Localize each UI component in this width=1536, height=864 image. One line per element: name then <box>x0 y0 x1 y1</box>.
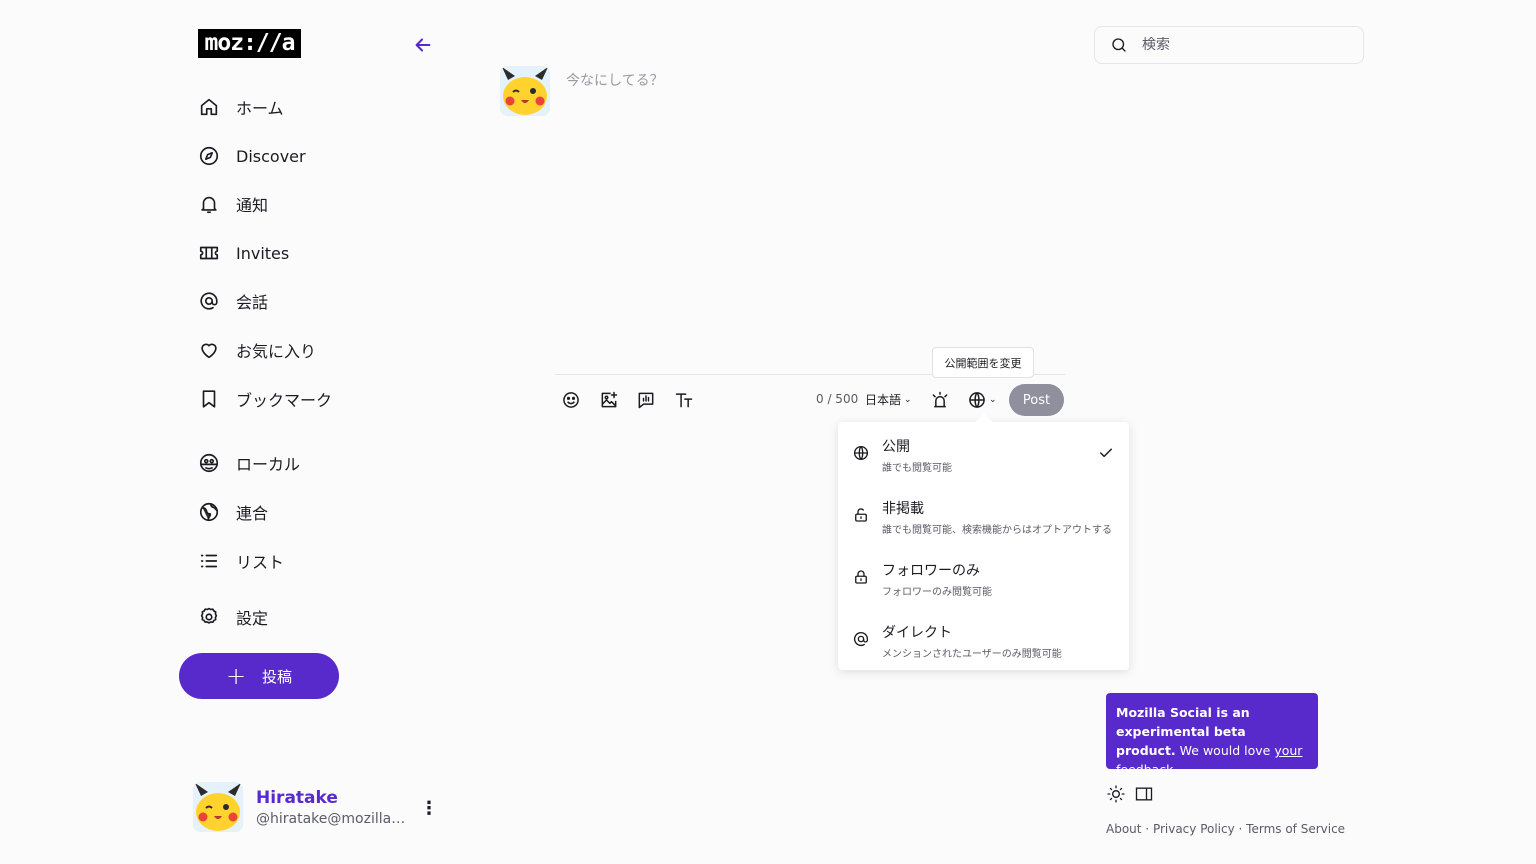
chevron-down-icon: ⌄ <box>904 394 912 405</box>
chevron-down-icon: ⌄ <box>989 395 997 405</box>
sidebar-item-label: 会話 <box>236 293 269 312</box>
option-description: メンションされたユーザーのみ閲覧可能 <box>882 649 1062 660</box>
character-counter: 0 / 500 <box>816 392 859 406</box>
globe-icon <box>969 392 985 408</box>
sidebar-item-settings[interactable]: 設定 <box>196 600 426 634</box>
option-title: 非掲載 <box>882 501 924 517</box>
beta-notice: Mozilla Social is an experimental beta p… <box>1106 693 1318 777</box>
lock-icon <box>855 570 867 584</box>
sidebar-item-home[interactable]: ホーム <box>196 90 426 124</box>
more-options-icon[interactable]: ⋮ <box>419 796 439 820</box>
globe-icon <box>853 445 869 461</box>
visibility-tooltip: 公開範囲を変更 <box>932 347 1034 378</box>
plus-icon: + <box>225 662 247 690</box>
local-icon <box>196 450 222 476</box>
sidebar-item-lists[interactable]: リスト <box>196 544 426 578</box>
option-title: ダイレクト <box>882 625 952 641</box>
sidebar-item-label: 通知 <box>236 196 269 215</box>
search-box <box>1094 26 1364 64</box>
app-root: moz://a ホーム Discover 通知 Invites 会話 お気に入り… <box>0 0 1536 864</box>
bell-icon <box>196 191 222 217</box>
list-icon <box>196 548 222 574</box>
federated-globe-icon <box>196 499 222 525</box>
visibility-button[interactable]: ⌄ <box>967 389 997 411</box>
sidebar-item-label: 連合 <box>236 504 269 523</box>
beta-notice-end: . <box>1173 762 1178 777</box>
compose-post-label: 投稿 <box>262 667 293 686</box>
sidebar-item-label: ホーム <box>236 99 284 118</box>
beta-notice-text: We would love <box>1175 743 1275 758</box>
option-title: フォロワーのみ <box>882 563 980 579</box>
search-input[interactable] <box>1142 37 1342 53</box>
compose-textarea[interactable] <box>566 70 1066 360</box>
account-card: Hiratake @hiratake@mozilla.social ⋮ <box>193 782 443 834</box>
account-display-name[interactable]: Hiratake <box>256 788 338 808</box>
sidebar-item-bookmarks[interactable]: ブックマーク <box>196 382 426 416</box>
sidebar-item-discover[interactable]: Discover <box>196 139 426 173</box>
option-description: フォロワーのみ閲覧可能 <box>882 587 992 598</box>
gear-icon <box>196 604 222 630</box>
home-icon <box>196 94 222 120</box>
post-submit-button[interactable]: Post <box>1009 384 1064 416</box>
visibility-dropdown: 公開 誰でも閲覧可能 非掲載 誰でも閲覧可能、検索機能からはオプトアウトする フ… <box>838 422 1129 670</box>
privacy-policy-link[interactable]: Privacy Policy <box>1153 822 1235 836</box>
compose-post-button[interactable]: + 投稿 <box>179 653 339 699</box>
unlock-icon <box>855 508 867 522</box>
footer-separator: · <box>1234 822 1247 836</box>
sidebar-item-label: ブックマーク <box>236 391 333 410</box>
account-handle: @hiratake@mozilla.social <box>256 811 408 827</box>
footer-links: About · Privacy Policy · Terms of Servic… <box>1106 822 1345 836</box>
visibility-option-unlisted[interactable]: 非掲載 誰でも閲覧可能、検索機能からはオプトアウトする <box>838 484 1129 546</box>
sun-icon[interactable] <box>1106 784 1126 804</box>
visibility-option-followers[interactable]: フォロワーのみ フォロワーのみ閲覧可能 <box>838 546 1129 608</box>
about-link[interactable]: About <box>1106 822 1141 836</box>
language-select[interactable]: 日本語 ⌄ <box>865 391 912 408</box>
sidebar-item-label: ローカル <box>236 455 301 474</box>
sidebar-item-invites[interactable]: Invites <box>196 236 426 270</box>
footer-separator: · <box>1141 822 1153 836</box>
sidebar-panel-icon[interactable] <box>1134 784 1154 804</box>
option-title: 公開 <box>882 439 910 455</box>
composer-avatar <box>500 66 550 116</box>
emoji-icon[interactable] <box>560 389 582 411</box>
at-icon <box>196 288 222 314</box>
option-description: 誰でも閲覧可能、検索機能からはオプトアウトする <box>882 525 1112 536</box>
sidebar-item-label: Discover <box>236 146 306 166</box>
search-icon <box>1112 38 1126 52</box>
sidebar-item-notifications[interactable]: 通知 <box>196 187 426 221</box>
sidebar-item-favourites[interactable]: お気に入り <box>196 333 426 367</box>
heart-icon <box>196 337 222 363</box>
at-icon <box>853 631 869 647</box>
back-arrow-icon[interactable] <box>412 34 434 56</box>
visibility-option-direct[interactable]: ダイレクト メンションされたユーザーのみ閲覧可能 <box>838 608 1129 670</box>
compass-icon <box>196 143 222 169</box>
sidebar-item-label: 設定 <box>236 609 269 628</box>
content-warning-icon[interactable] <box>929 389 951 411</box>
sidebar-item-label: Invites <box>236 243 290 263</box>
ticket-icon <box>196 240 222 266</box>
check-icon <box>1100 448 1112 458</box>
mozilla-logo[interactable]: moz://a <box>198 29 301 58</box>
poll-icon[interactable] <box>635 389 657 411</box>
language-label: 日本語 <box>865 393 902 407</box>
add-media-icon[interactable] <box>598 389 620 411</box>
text-size-icon[interactable] <box>673 389 695 411</box>
sidebar-item-label: お気に入り <box>236 342 317 361</box>
sidebar-item-label: リスト <box>236 553 285 572</box>
bookmark-icon <box>196 386 222 412</box>
sidebar-item-federated[interactable]: 連合 <box>196 495 426 529</box>
visibility-option-public[interactable]: 公開 誰でも閲覧可能 <box>838 422 1129 484</box>
avatar[interactable] <box>193 782 243 832</box>
option-description: 誰でも閲覧可能 <box>882 463 952 474</box>
sidebar-item-conversations[interactable]: 会話 <box>196 284 426 318</box>
sidebar-item-local[interactable]: ローカル <box>196 446 426 480</box>
terms-of-service-link[interactable]: Terms of Service <box>1246 822 1345 836</box>
